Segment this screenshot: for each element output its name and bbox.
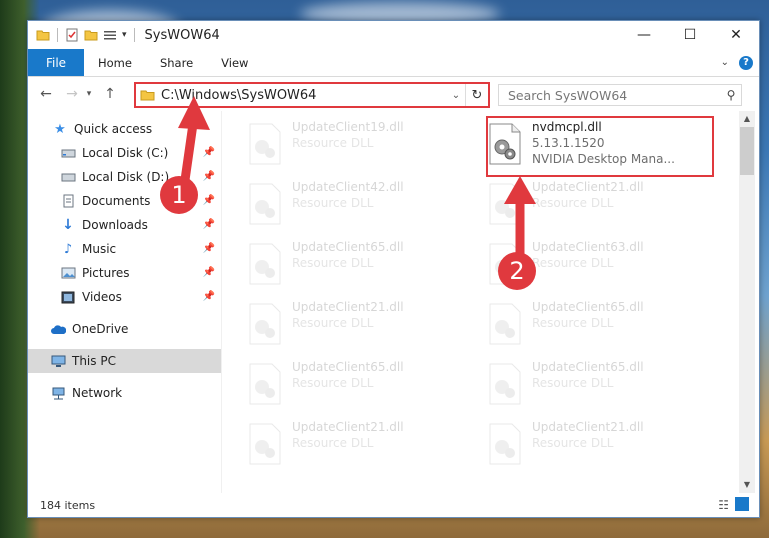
step-badge-1: 1 bbox=[160, 176, 198, 214]
step-badge-2: 2 bbox=[498, 252, 536, 290]
arrow-to-address-bar bbox=[178, 96, 210, 188]
arrow-to-file bbox=[504, 176, 536, 259]
annotation-arrows bbox=[178, 96, 536, 259]
